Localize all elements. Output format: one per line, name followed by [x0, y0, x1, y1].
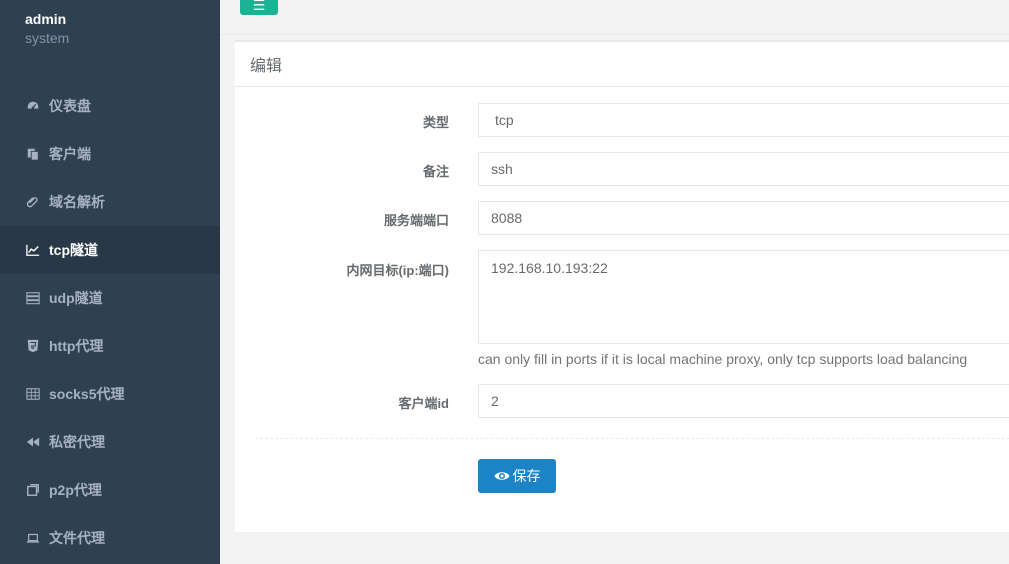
sidebar-item-file[interactable]: 文件代理 [0, 514, 220, 562]
remark-label: 备注 [422, 164, 449, 179]
client-id-input[interactable]: 2 [478, 384, 1009, 418]
sidebar-item-secret[interactable]: 私密代理 [0, 418, 220, 466]
sidebar-item-label: http代理 [49, 338, 104, 354]
sidebar-item-udp[interactable]: udp隧道 [0, 274, 220, 322]
sidebar-item-domain[interactable]: 域名解析 [0, 178, 220, 226]
profile-name[interactable]: admin [25, 11, 220, 27]
target-textarea[interactable]: 192.168.10.193:22 [478, 250, 1009, 344]
sidebar-item-socks5[interactable]: socks5代理 [0, 370, 220, 418]
sidebar-item-label: 文件代理 [49, 530, 105, 546]
remark-input[interactable]: ssh [478, 152, 1009, 186]
sidebar-item-label: 域名解析 [49, 194, 105, 210]
clone-square-icon [25, 482, 41, 498]
html5-icon [25, 338, 41, 354]
sidebar-item-label: tcp隧道 [49, 242, 98, 258]
sidebar-nav: 仪表盘 客户端 域名解析 tcp隧道 udp隧道 http代理 socks5代理… [0, 82, 220, 562]
save-button[interactable]: 保存 [478, 459, 556, 493]
save-button-label: 保存 [512, 468, 541, 484]
type-select[interactable]: tcp [478, 103, 1009, 137]
edit-panel: 编辑 类型 tcp 备注 ssh 服务端端口 8088 内网目标(ip:端口) … [235, 40, 1009, 532]
sidebar-item-p2p[interactable]: p2p代理 [0, 466, 220, 514]
line-chart-icon [25, 242, 41, 258]
sidebar-item-label: socks5代理 [49, 386, 125, 402]
bars-icon: ☰ [252, 0, 266, 13]
sidebar-item-label: udp隧道 [49, 290, 103, 306]
sidebar-item-label: 客户端 [49, 146, 91, 162]
type-label: 类型 [422, 115, 449, 130]
eye-icon [494, 470, 513, 482]
type-row: 类型 tcp [235, 103, 1009, 137]
remark-row: 备注 ssh [235, 152, 1009, 186]
menu-toggle-button[interactable]: ☰ [240, 0, 278, 15]
profile-role: system [25, 30, 70, 46]
sidebar-item-label: 仪表盘 [49, 98, 91, 114]
profile: admin system [0, 0, 220, 72]
sidebar-item-label: p2p代理 [49, 482, 102, 498]
sidebar: admin system 仪表盘 客户端 域名解析 tcp隧道 udp隧道 ht… [0, 0, 220, 564]
topbar: ☰ [220, 0, 1009, 35]
sidebar-item-clients[interactable]: 客户端 [0, 130, 220, 178]
backward-icon [25, 434, 41, 450]
sidebar-item-tcp[interactable]: tcp隧道 [0, 226, 220, 274]
form-divider [255, 438, 1009, 439]
laptop-icon [25, 530, 41, 546]
dashboard-icon [25, 98, 41, 114]
sidebar-item-dashboard[interactable]: 仪表盘 [0, 82, 220, 130]
panel-title: 编辑 [235, 42, 1009, 87]
sidebar-item-label: 私密代理 [49, 434, 105, 450]
target-help-text: can only fill in ports if it is local ma… [478, 351, 968, 367]
server-icon [25, 290, 41, 306]
clone-icon [25, 146, 41, 162]
target-label: 内网目标(ip:端口) [346, 263, 449, 278]
target-row: 内网目标(ip:端口) 192.168.10.193:22 can only f… [235, 250, 1009, 374]
server-port-input[interactable]: 8088 [478, 201, 1009, 235]
sidebar-item-http[interactable]: http代理 [0, 322, 220, 370]
client-id-row: 客户端id 2 [235, 384, 1009, 418]
table-icon [25, 386, 41, 402]
server-port-row: 服务端端口 8088 [235, 201, 1009, 235]
client-id-label: 客户端id [398, 396, 449, 411]
paperclip-icon [25, 194, 41, 210]
server-port-label: 服务端端口 [383, 213, 449, 228]
